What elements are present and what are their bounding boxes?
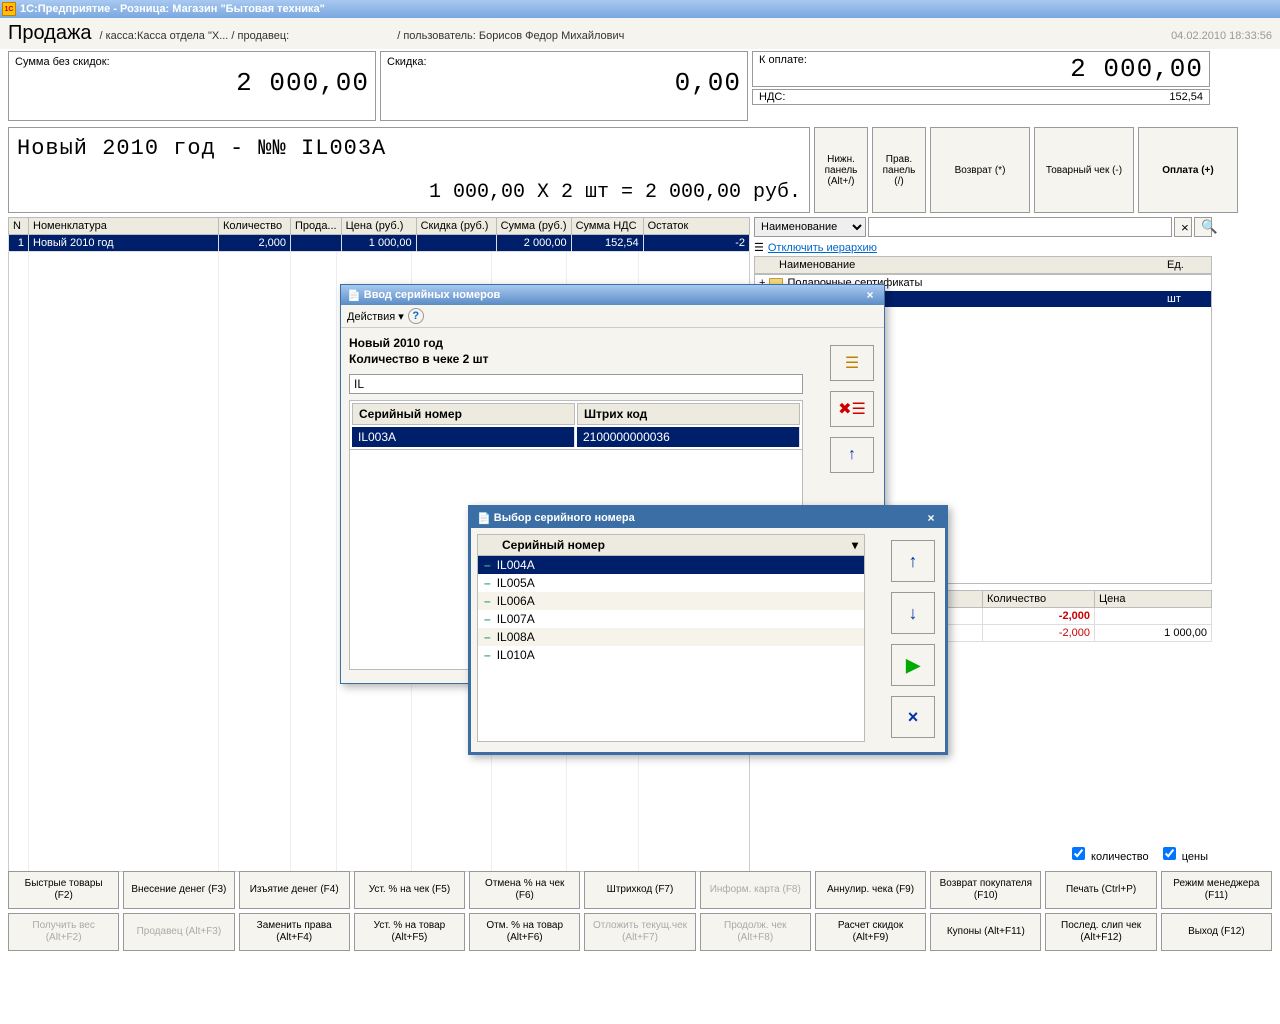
- app-logo-icon: 1C: [2, 2, 16, 16]
- serial-table[interactable]: Серийный номер Штрих код IL003A 21000000…: [349, 400, 803, 450]
- hierarchy-icon: ☰: [754, 241, 764, 254]
- discount-value: 0,00: [387, 68, 741, 98]
- discount-label: Скидка:: [387, 56, 741, 68]
- dropdown-icon[interactable]: ▾: [852, 538, 858, 552]
- list-item[interactable]: –IL005A: [478, 574, 864, 592]
- help-icon[interactable]: ?: [408, 308, 424, 324]
- list-item[interactable]: –IL007A: [478, 610, 864, 628]
- receipt-button[interactable]: Товарный чек (-): [1034, 127, 1134, 213]
- close-icon[interactable]: ×: [862, 288, 878, 302]
- serial-dialog-title: Ввод серийных номеров: [364, 289, 501, 301]
- pay-value: 2 000,00: [819, 54, 1203, 84]
- serial-delete-button[interactable]: ✖☰: [830, 391, 874, 427]
- table-row[interactable]: 1 Новый 2010 год 2,000 1 000,00 2 000,00…: [9, 235, 750, 252]
- item-name: Новый 2010 год - №№ IL003A: [17, 136, 801, 161]
- category-header: Наименование Ед.: [754, 256, 1212, 274]
- sum-value: 2 000,00: [15, 68, 369, 98]
- datetime-label: 04.02.2010 18:33:56: [1171, 30, 1272, 42]
- col-vat[interactable]: Сумма НДС: [571, 218, 643, 235]
- actions-menu[interactable]: Действия ▾: [347, 310, 404, 323]
- return-button[interactable]: Возврат (*): [930, 127, 1030, 213]
- filter-input[interactable]: [868, 217, 1172, 237]
- vat-label: НДС:: [759, 91, 819, 103]
- serial-up-button[interactable]: ↑: [830, 437, 874, 473]
- cash-out-button[interactable]: Изъятие денег (F4): [239, 871, 350, 909]
- lower-panel-button[interactable]: Нижн. панель (Alt+/): [814, 127, 868, 213]
- stock-qty-col: Количество: [983, 591, 1095, 608]
- sum-label: Сумма без скидок:: [15, 56, 369, 68]
- stock-price-col: Цена: [1095, 591, 1212, 608]
- app-titlebar: 1C 1С:Предприятие - Розница: Магазин "Бы…: [0, 0, 1280, 18]
- list-item[interactable]: –IL006A: [478, 592, 864, 610]
- serial-select-list[interactable]: Серийный номер ▾ –IL004A –IL005A –IL006A…: [477, 534, 865, 742]
- cancel-pct-check-button[interactable]: Отмена % на чек (F6): [469, 871, 580, 909]
- cancel-pct-item-button[interactable]: Отм. % на товар (Alt+F6): [469, 913, 580, 951]
- discount-box: Скидка: 0,00: [380, 51, 748, 121]
- change-rights-button[interactable]: Заменить права (Alt+F4): [239, 913, 350, 951]
- disable-hierarchy-link[interactable]: Отключить иерархию: [768, 242, 877, 254]
- vat-value: 152,54: [819, 91, 1203, 103]
- hold-check-button[interactable]: Отложить текущ.чек (Alt+F7): [584, 913, 695, 951]
- last-slip-button[interactable]: Послед. слип чек (Alt+F12): [1045, 913, 1156, 951]
- seller-button[interactable]: Продавец (Alt+F3): [123, 913, 234, 951]
- col-nom[interactable]: Номенклатура: [29, 218, 219, 235]
- customer-return-button[interactable]: Возврат покупателя (F10): [930, 871, 1041, 909]
- print-button[interactable]: Печать (Ctrl+P): [1045, 871, 1156, 909]
- items-table[interactable]: N Номенклатура Количество Прода... Цена …: [8, 217, 750, 252]
- void-check-button[interactable]: Аннулир. чека (F9): [815, 871, 926, 909]
- col-seller[interactable]: Прода...: [291, 218, 342, 235]
- page-title: Продажа: [8, 22, 91, 45]
- payment-button[interactable]: Оплата (+): [1138, 127, 1238, 213]
- resume-check-button[interactable]: Продолж. чек (Alt+F8): [700, 913, 811, 951]
- col-rest[interactable]: Остаток: [643, 218, 749, 235]
- serial-select-dialog: 📄 Выбор серийного номера × Серийный номе…: [468, 505, 948, 755]
- serial-select-button[interactable]: ☰: [830, 345, 874, 381]
- select-dialog-title: Выбор серийного номера: [494, 512, 635, 524]
- user-label: / пользователь: Борисов Федор Михайлович: [397, 30, 624, 42]
- breadcrumb: / касса:Касса отдела "Х... / продавец:: [99, 30, 289, 42]
- pay-label: К оплате:: [759, 54, 819, 84]
- col-price[interactable]: Цена (руб.): [341, 218, 416, 235]
- coupons-button[interactable]: Купоны (Alt+F11): [930, 913, 1041, 951]
- nav-select-button[interactable]: ▶: [891, 644, 935, 686]
- list-item[interactable]: –IL010A: [478, 646, 864, 664]
- nav-down-button[interactable]: ↓: [891, 592, 935, 634]
- nav-up-button[interactable]: ↑: [891, 540, 935, 582]
- col-n[interactable]: N: [9, 218, 29, 235]
- sum-box: Сумма без скидок: 2 000,00: [8, 51, 376, 121]
- right-panel-button[interactable]: Прав. панель (/): [872, 127, 926, 213]
- serial-input[interactable]: [349, 374, 803, 394]
- manager-mode-button[interactable]: Режим менеджера (F11): [1161, 871, 1272, 909]
- serial-qty-info: Количество в чеке 2 шт: [349, 352, 876, 366]
- serial-row[interactable]: IL003A 2100000000036: [352, 427, 800, 447]
- col-sum[interactable]: Сумма (руб.): [496, 218, 571, 235]
- close-icon[interactable]: ×: [923, 511, 939, 525]
- barcode-button[interactable]: Штрихкод (F7): [584, 871, 695, 909]
- calc-discounts-button[interactable]: Расчет скидок (Alt+F9): [815, 913, 926, 951]
- get-weight-button[interactable]: Получить вес (Alt+F2): [8, 913, 119, 951]
- info-card-button[interactable]: Информ. карта (F8): [700, 871, 811, 909]
- exit-button[interactable]: Выход (F12): [1161, 913, 1272, 951]
- fast-goods-button[interactable]: Быстрые товары (F2): [8, 871, 119, 909]
- filter-search-button[interactable]: 🔍: [1194, 217, 1212, 237]
- list-item[interactable]: –IL004A: [478, 556, 864, 574]
- col-qty[interactable]: Количество: [219, 218, 291, 235]
- app-title: 1С:Предприятие - Розница: Магазин "Бытов…: [20, 3, 325, 15]
- qty-checkbox[interactable]: количество: [1068, 844, 1149, 863]
- doc-icon: 📄: [477, 512, 491, 525]
- col-disc[interactable]: Скидка (руб.): [416, 218, 496, 235]
- filter-field-select[interactable]: Наименование: [754, 217, 866, 237]
- list-item[interactable]: –IL008A: [478, 628, 864, 646]
- nav-cancel-button[interactable]: ×: [891, 696, 935, 738]
- filter-clear-button[interactable]: ×: [1174, 217, 1192, 237]
- doc-icon: 📄: [347, 289, 361, 302]
- page-header: Продажа / касса:Касса отдела "Х... / про…: [0, 18, 1280, 49]
- serial-item-name: Новый 2010 год: [349, 336, 876, 350]
- item-calc: 1 000,00 Х 2 шт = 2 000,00 руб.: [17, 181, 801, 204]
- set-pct-item-button[interactable]: Уст. % на товар (Alt+F5): [354, 913, 465, 951]
- set-pct-check-button[interactable]: Уст. % на чек (F5): [354, 871, 465, 909]
- cash-in-button[interactable]: Внесение денег (F3): [123, 871, 234, 909]
- prices-checkbox[interactable]: цены: [1159, 844, 1208, 863]
